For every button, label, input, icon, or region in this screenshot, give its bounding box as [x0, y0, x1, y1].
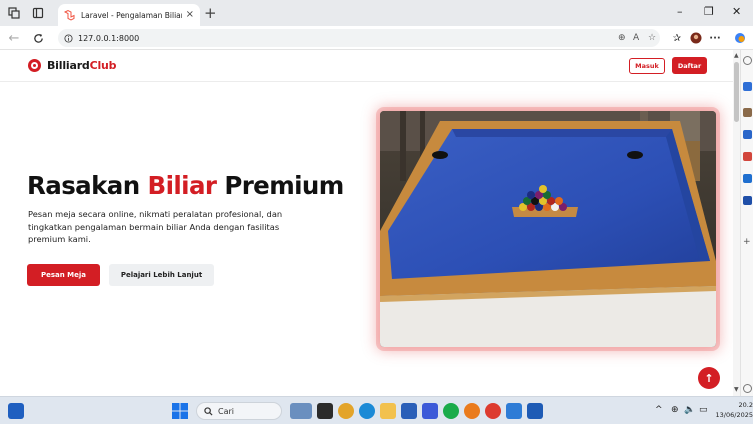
taskbar-search[interactable]: Cari	[196, 402, 282, 420]
scroll-down-arrow-icon[interactable]: ▼	[734, 386, 739, 393]
minimize-button[interactable]: –	[677, 6, 683, 18]
brand-logo[interactable]: Billiard Club	[28, 59, 117, 72]
page-viewport: Billiard Club Masuk Daftar Rasakan Biliar…	[0, 50, 733, 396]
photos-app-icon[interactable]	[422, 403, 438, 419]
copilot-icon[interactable]	[733, 31, 747, 45]
learn-more-button[interactable]: Pelajari Lebih Lanjut	[109, 264, 214, 286]
browser-toolbar: ← 127.0.0.1:8000 ⊕ A ☆ ✰ ···	[0, 26, 753, 50]
start-menu-icon[interactable]	[172, 403, 188, 419]
tray-overflow-icon[interactable]: ^	[655, 405, 663, 415]
browser-tab-strip: Laravel - Pengalaman Biliar Premi × + – …	[0, 0, 753, 26]
hero-title: Rasakan Biliar Premium	[27, 171, 344, 200]
reload-icon[interactable]	[30, 30, 46, 46]
close-window-button[interactable]: ✕	[732, 6, 741, 18]
book-table-button[interactable]: Pesan Meja	[27, 264, 100, 286]
word-app-icon[interactable]	[527, 403, 543, 419]
hero-title-part-2: Premium	[216, 171, 344, 200]
profile-avatar-icon[interactable]	[689, 31, 703, 45]
task-view-icon[interactable]	[317, 403, 333, 419]
new-tab-button[interactable]: +	[204, 5, 217, 21]
taskbar-search-placeholder: Cari	[218, 406, 234, 416]
tab-actions-icon[interactable]	[30, 5, 46, 21]
file-explorer-icon[interactable]	[380, 403, 396, 419]
office-sidebar-icon[interactable]	[743, 174, 752, 183]
login-button[interactable]: Masuk	[629, 58, 665, 74]
widgets-icon[interactable]	[8, 403, 24, 419]
battery-icon[interactable]: ▭	[699, 405, 708, 415]
edge-sidebar: +	[740, 50, 753, 396]
hero-title-part-1: Rasakan	[27, 171, 148, 200]
scroll-up-arrow-icon[interactable]: ▲	[734, 52, 739, 59]
clock-date: 13/06/2025	[715, 411, 753, 419]
favorite-star-icon[interactable]: ☆	[648, 33, 656, 43]
active-tab[interactable]: Laravel - Pengalaman Biliar Premi ×	[58, 4, 200, 26]
opera-app-icon[interactable]	[485, 403, 501, 419]
workspaces-icon[interactable]	[6, 5, 22, 21]
whatsapp-app-icon[interactable]	[443, 403, 459, 419]
site-navbar: Billiard Club Masuk Daftar	[0, 50, 733, 82]
vscode-app-icon[interactable]	[506, 403, 522, 419]
search-icon	[204, 406, 213, 416]
zoom-icon[interactable]: ⊕	[618, 33, 626, 43]
hero-description: Pesan meja secara online, nikmati perala…	[28, 209, 283, 244]
shopping-sidebar-icon[interactable]	[743, 108, 752, 117]
register-button[interactable]: Daftar	[672, 57, 707, 74]
scrollbar-thumb[interactable]	[734, 62, 739, 122]
url-text: 127.0.0.1:8000	[78, 33, 140, 43]
edge-app-icon[interactable]	[359, 403, 375, 419]
add-sidebar-icon[interactable]: +	[743, 238, 752, 247]
back-icon[interactable]: ←	[6, 30, 22, 46]
hero-title-accent: Biliar	[147, 171, 217, 200]
chrome-app-icon[interactable]	[338, 403, 354, 419]
weather-widget-icon[interactable]	[290, 403, 312, 419]
copilot-sidebar-icon[interactable]	[743, 82, 752, 91]
tools-sidebar-icon[interactable]	[743, 130, 752, 139]
brand-name-accent: Club	[89, 59, 117, 72]
tab-title: Laravel - Pengalaman Biliar Premi	[81, 10, 182, 20]
restore-button[interactable]: ❐	[704, 6, 714, 18]
system-clock[interactable]: 20.2 13/06/2025	[715, 400, 753, 420]
volume-icon[interactable]: 🔈	[684, 405, 695, 415]
billiard-ball-icon	[28, 59, 41, 72]
outlook-sidebar-icon[interactable]	[743, 196, 752, 205]
tab-close-icon[interactable]: ×	[186, 10, 194, 20]
read-aloud-icon[interactable]: A	[633, 33, 639, 43]
network-icon[interactable]: ⊕	[671, 405, 679, 415]
brand-name: Billiard	[47, 59, 90, 72]
store-app-icon[interactable]	[401, 403, 417, 419]
address-bar[interactable]: 127.0.0.1:8000 ⊕ A ☆	[58, 29, 660, 47]
page-scrollbar[interactable]: ▲ ▼	[733, 50, 740, 396]
billiard-table-image	[380, 111, 716, 347]
settings-menu-icon[interactable]: ···	[708, 31, 722, 45]
search-sidebar-icon[interactable]	[743, 56, 752, 65]
favorites-icon[interactable]: ✰	[670, 31, 684, 45]
windows-taskbar: Cari ^ ⊕ 🔈 ▭ 20.2 13/06/2025	[0, 396, 753, 424]
site-info-icon[interactable]	[64, 33, 73, 43]
laravel-favicon-icon	[64, 9, 75, 21]
blender-app-icon[interactable]	[464, 403, 480, 419]
sidebar-settings-icon[interactable]	[743, 384, 752, 393]
games-sidebar-icon[interactable]	[743, 152, 752, 161]
back-to-top-button[interactable]: ↑	[698, 367, 720, 389]
clock-time: 20.2	[738, 401, 753, 409]
